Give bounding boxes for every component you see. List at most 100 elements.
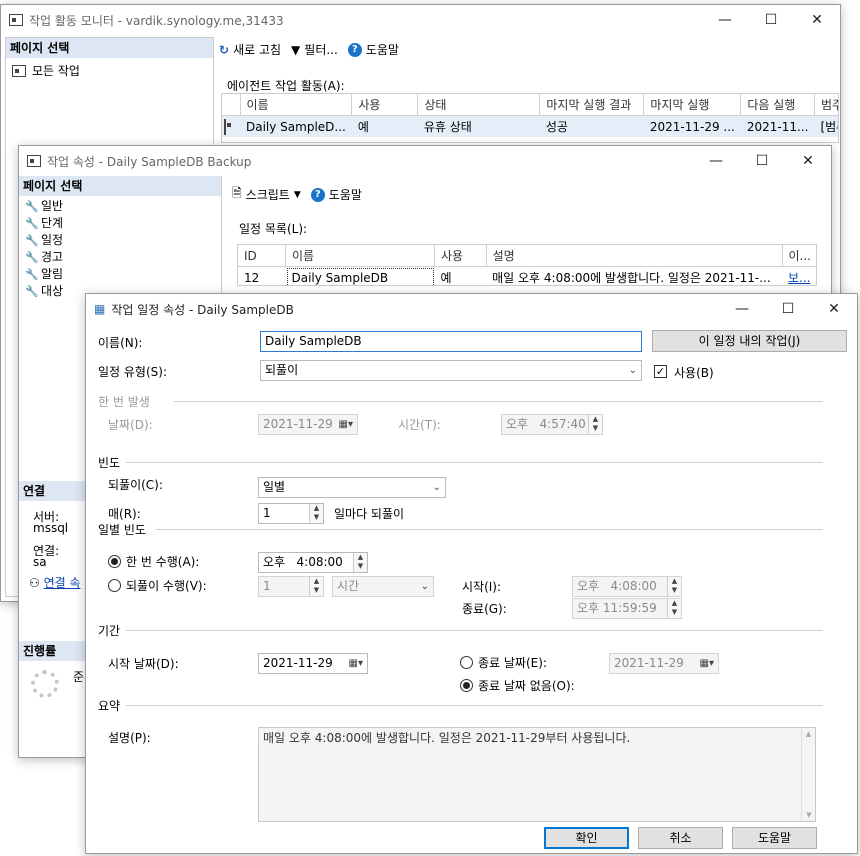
wrench-icon: 🔧 <box>25 217 39 230</box>
end-date-picker[interactable]: 2021-11-29 ▦▾ <box>609 653 719 674</box>
jobprops-toolbar: 🗎 스크립트 ▼ ? 도움말 <box>232 184 372 205</box>
jobs-in-schedule-button[interactable]: 이 일정 내의 작업(J) <box>652 330 847 352</box>
close-icon[interactable]: ✕ <box>785 146 831 176</box>
page-item-steps[interactable]: 🔧 단계 <box>25 215 215 232</box>
minimize-icon[interactable]: — <box>719 294 765 324</box>
col-last-result[interactable]: 마지막 실행 결과 <box>539 94 645 116</box>
daily-divider <box>156 529 823 530</box>
col-category[interactable]: 범주 <box>814 94 838 116</box>
duration-section-title: 기간 <box>98 624 121 638</box>
once-radio[interactable] <box>108 555 121 568</box>
job-list-icon <box>12 64 26 77</box>
table-row[interactable]: 12 Daily SampleDB 예 매일 오후 4:08:00에 발생합니다… <box>238 267 816 285</box>
help-label: 도움말 <box>328 188 362 202</box>
script-button[interactable]: 🗎 스크립트 ▼ <box>232 184 301 205</box>
once-time-stepper[interactable]: 오후 4:08:00 ▲ ▼ <box>258 552 368 573</box>
recurring-radio[interactable] <box>108 579 121 592</box>
cell-jobs[interactable]: 보... <box>782 267 816 285</box>
progress-spinner-icon <box>31 670 59 698</box>
minimize-icon[interactable]: — <box>702 5 748 35</box>
start-date-picker[interactable]: 2021-11-29 ▦▾ <box>258 653 368 674</box>
ok-button[interactable]: 확인 <box>544 827 629 849</box>
col-status[interactable]: 상태 <box>417 94 541 116</box>
filter-button[interactable]: ▼ 필터... <box>291 41 338 58</box>
help-button[interactable]: 도움말 <box>732 827 817 849</box>
row-icon-col <box>222 94 241 116</box>
frequency-divider <box>126 462 823 463</box>
refresh-button[interactable]: ↻ 새로 고침 <box>219 41 281 58</box>
col-description[interactable]: 설명 <box>486 245 783 267</box>
schedule-title: 작업 일정 속성 - Daily SampleDB <box>111 302 294 317</box>
enabled-label: 사용(B) <box>674 366 714 380</box>
name-field[interactable]: Daily SampleDB <box>260 331 642 352</box>
maximize-icon[interactable]: ☐ <box>748 5 794 35</box>
end-date-value: 2021-11-29 <box>614 656 684 670</box>
col-name[interactable]: 이름 <box>285 245 436 267</box>
once-radio-label: 한 번 수행(A): <box>126 555 200 569</box>
filter-icon: ▼ <box>291 42 301 57</box>
help-label: 도움말 <box>365 43 399 57</box>
time-stepper[interactable]: 오후 4:57:40 ▲ ▼ <box>501 414 603 435</box>
page-item-general[interactable]: 🔧 일반 <box>25 198 215 215</box>
recur-interval-value: 1 <box>263 579 271 593</box>
minimize-icon[interactable]: — <box>693 146 739 176</box>
table-row[interactable]: Daily SampleD... 예 유휴 상태 성공 2021-11-29 .… <box>222 115 838 137</box>
help-button[interactable]: ? 도움말 <box>310 184 362 205</box>
col-last-run[interactable]: 마지막 실행 <box>643 94 742 116</box>
monitor-title: 작업 활동 모니터 - vardik.synology.me,31433 <box>29 13 284 28</box>
enabled-checkbox[interactable]: ✓ <box>654 365 667 378</box>
time-value: 오후 4:57:40 <box>506 417 586 431</box>
window-app-icon <box>27 155 41 167</box>
schedule-type-select[interactable]: 되풀이 ⌄ <box>260 360 642 381</box>
end-date-radio-label: 종료 날짜(E): <box>478 656 547 670</box>
jobprops-titlebar[interactable]: 작업 속성 - Daily SampleDB Backup — ☐ ✕ <box>19 146 831 176</box>
page-item-schedules[interactable]: 🔧 일정 <box>25 232 215 249</box>
job-icon <box>224 118 226 135</box>
description-label: 설명(P): <box>108 731 151 745</box>
page-label: 일반 <box>41 199 64 213</box>
recur-interval-stepper[interactable]: 1 ▲ ▼ <box>258 576 324 597</box>
start-date-value: 2021-11-29 <box>263 656 333 670</box>
col-enabled[interactable]: 사용 <box>351 94 419 116</box>
end-time-value: 오후 11:59:59 <box>577 601 657 615</box>
recur-select[interactable]: 일별 ⌄ <box>258 477 446 498</box>
view-connection-link[interactable]: ⚇ 연결 속 <box>29 574 81 591</box>
script-label: 스크립트 <box>245 188 290 202</box>
col-id[interactable]: ID <box>238 245 286 267</box>
start-time-value: 오후 4:08:00 <box>577 579 657 593</box>
help-button[interactable]: ? 도움말 <box>347 41 399 58</box>
description-textbox[interactable]: 매일 오후 4:08:00에 발생합니다. 일정은 2021-11-29부터 사… <box>258 727 816 822</box>
scrollbar[interactable]: ▲ ▼ <box>801 728 815 821</box>
page-item-notifications[interactable]: 🔧 알림 <box>25 266 215 283</box>
start-time-stepper[interactable]: 오후 4:08:00 ▲ ▼ <box>572 576 682 597</box>
spin-icon: ▲ ▼ <box>309 504 323 523</box>
no-end-date-radio[interactable] <box>460 679 473 692</box>
cell-last-run: 2021-11-29 ... <box>649 119 735 134</box>
col-enabled[interactable]: 사용 <box>434 245 487 267</box>
cell-description: 매일 오후 4:08:00에 발생합니다. 일정은 2021-11-... <box>492 271 771 285</box>
monitor-titlebar[interactable]: 작업 활동 모니터 - vardik.synology.me,31433 — ☐… <box>1 5 840 35</box>
schedule-titlebar[interactable]: ▦ 작업 일정 속성 - Daily SampleDB — ☐ ✕ <box>86 294 857 324</box>
end-time-stepper[interactable]: 오후 11:59:59 ▲ ▼ <box>572 598 682 619</box>
connection-value: sa <box>33 555 47 569</box>
page-select-header: 페이지 선택 <box>6 38 213 58</box>
page-label: 단계 <box>41 216 64 230</box>
recur-unit-select[interactable]: 시간 ⌄ <box>332 576 434 597</box>
end-date-radio[interactable] <box>460 656 473 669</box>
schedule-type-label: 일정 유형(S): <box>98 365 167 379</box>
col-name[interactable]: 이름 <box>240 94 353 116</box>
every-stepper[interactable]: 1 ▲ ▼ <box>258 503 324 524</box>
col-jobs[interactable]: 이... <box>782 245 816 267</box>
cancel-button[interactable]: 취소 <box>638 827 723 849</box>
close-icon[interactable]: ✕ <box>811 294 857 324</box>
date-picker[interactable]: 2021-11-29 ▦▾ <box>258 414 358 435</box>
all-jobs-item[interactable]: 모든 작업 <box>6 58 213 83</box>
maximize-icon[interactable]: ☐ <box>739 146 785 176</box>
maximize-icon[interactable]: ☐ <box>765 294 811 324</box>
close-icon[interactable]: ✕ <box>794 5 840 35</box>
spin-icon: ▲ ▼ <box>309 577 323 596</box>
page-item-alerts[interactable]: 🔧 경고 <box>25 249 215 266</box>
wrench-icon: 🔧 <box>25 285 39 298</box>
col-next-run[interactable]: 다음 실행 <box>740 94 815 116</box>
once-time-value: 오후 4:08:00 <box>263 555 343 569</box>
